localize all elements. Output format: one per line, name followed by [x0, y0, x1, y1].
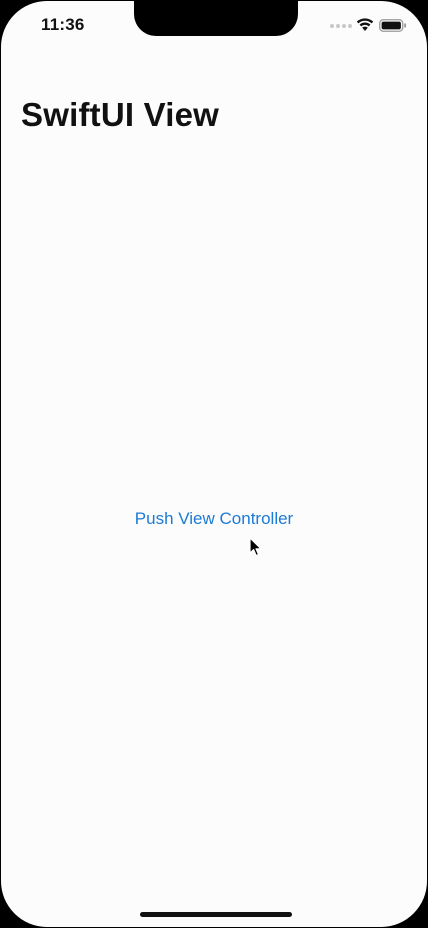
device-notch [134, 1, 298, 36]
phone-screen: 11:36 SwiftUI View Push View Controller [1, 1, 427, 927]
device-frame: 11:36 SwiftUI View Push View Controller [0, 0, 428, 928]
status-bar-time: 11:36 [41, 15, 85, 34]
cellular-signal-icon [330, 24, 352, 28]
wifi-icon [356, 18, 374, 31]
battery-icon [379, 19, 406, 32]
mouse-pointer-icon [249, 537, 262, 557]
navigation-title: SwiftUI View [21, 96, 219, 133]
status-bar-icons [327, 16, 407, 36]
push-view-controller-button[interactable]: Push View Controller [1, 509, 427, 529]
home-indicator[interactable] [140, 912, 292, 917]
